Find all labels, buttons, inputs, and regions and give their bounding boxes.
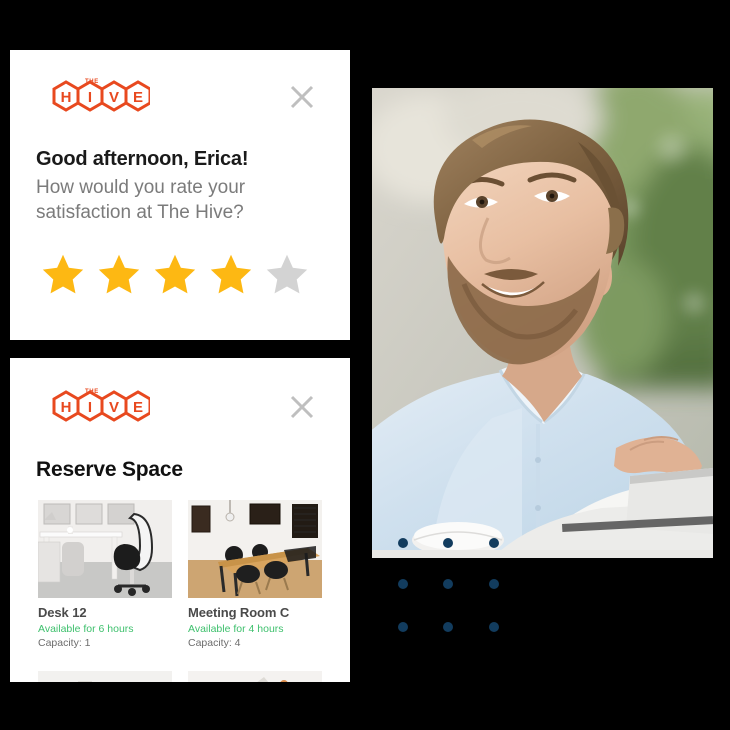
hero-photo-art — [372, 88, 713, 558]
desk-photo[interactable] — [38, 500, 172, 598]
space-card-meeting-room-c[interactable]: Meeting Room C Available for 4 hours Cap… — [188, 500, 322, 649]
close-icon-svg — [290, 85, 314, 109]
space-card-desk-12[interactable]: Desk 12 Available for 6 hours Capacity: … — [38, 500, 172, 649]
reserve-space-card: H I V E THE Reserve Space Desk 12 Availa… — [10, 358, 350, 682]
space-card-3[interactable] — [38, 671, 172, 682]
dot — [443, 538, 453, 548]
dot — [398, 538, 408, 548]
meeting-room-photo-art — [188, 500, 322, 598]
hive-logo-svg: H I V E THE — [52, 389, 150, 422]
dot — [489, 538, 499, 548]
meeting-room-photo-2-art — [188, 671, 322, 682]
space-availability: Available for 4 hours — [188, 623, 284, 635]
dot — [443, 622, 453, 632]
rating-question: How would you rate your satisfaction at … — [36, 177, 246, 223]
satisfaction-rating-card: H I V E THE Good afternoon, Erica! How w… — [10, 50, 350, 340]
hero-photo — [372, 88, 713, 558]
desk-photo-art — [38, 500, 172, 598]
star-icon-5[interactable] — [264, 252, 310, 296]
hive-logo: H I V E THE — [38, 388, 150, 432]
desk-photo-2-art — [38, 671, 172, 682]
space-availability: Available for 6 hours — [38, 623, 134, 635]
star-icon-2[interactable] — [96, 252, 142, 296]
space-row: Desk 12 Available for 6 hours Capacity: … — [38, 500, 328, 649]
close-icon[interactable] — [287, 392, 317, 422]
svg-text:THE: THE — [85, 79, 99, 85]
svg-text:I: I — [88, 89, 92, 106]
space-capacity: Capacity: 1 — [38, 637, 91, 649]
hive-logo: H I V E THE — [38, 78, 150, 122]
star-rating-control[interactable] — [40, 252, 310, 296]
meeting-room-photo-2[interactable] — [188, 671, 322, 682]
desk-photo-2[interactable] — [38, 671, 172, 682]
meeting-room-photo[interactable] — [188, 500, 322, 598]
space-name: Meeting Room C — [188, 605, 290, 620]
star-icon-1[interactable] — [40, 252, 86, 296]
space-name: Desk 12 — [38, 605, 87, 620]
svg-text:THE: THE — [85, 389, 99, 395]
star-icon-4[interactable] — [208, 252, 254, 296]
svg-text:H: H — [61, 89, 72, 106]
greeting-text: Good afternoon, Erica! — [36, 148, 249, 170]
svg-text:V: V — [109, 89, 119, 106]
svg-text:I: I — [88, 399, 92, 416]
star-icon-3[interactable] — [152, 252, 198, 296]
svg-text:H: H — [61, 399, 72, 416]
page-title: Reserve Space — [36, 458, 183, 481]
space-row — [38, 671, 328, 682]
dot — [489, 579, 499, 589]
svg-text:V: V — [109, 399, 119, 416]
dot — [489, 622, 499, 632]
svg-text:E: E — [133, 89, 143, 106]
dot — [398, 579, 408, 589]
space-capacity: Capacity: 4 — [188, 637, 241, 649]
dot — [443, 579, 453, 589]
hive-logo-svg: H I V E THE — [52, 79, 150, 112]
dot — [398, 622, 408, 632]
space-card-4[interactable] — [188, 671, 322, 682]
dot-grid-decoration — [398, 538, 504, 636]
svg-text:E: E — [133, 399, 143, 416]
space-list: Desk 12 Available for 6 hours Capacity: … — [38, 500, 328, 682]
close-icon[interactable] — [287, 82, 317, 112]
close-icon-svg — [290, 395, 314, 419]
